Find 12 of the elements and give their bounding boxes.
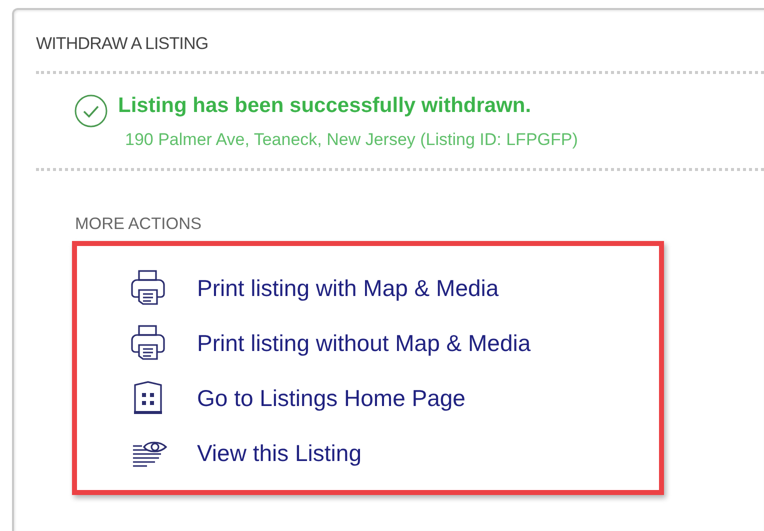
section-title: MORE ACTIONS bbox=[75, 214, 203, 235]
action-link[interactable]: Go to Listings Home Page bbox=[197, 382, 466, 412]
action-link[interactable]: Print listing with Map & Media bbox=[197, 272, 499, 302]
building-icon bbox=[131, 380, 165, 416]
check-circle-icon bbox=[74, 94, 108, 128]
action-link[interactable]: View this Listing bbox=[197, 438, 362, 468]
printer-icon bbox=[131, 324, 165, 360]
listing-address: 190 Palmer Ave, Teaneck, New Jersey (Listing ID: LFPGFP) bbox=[125, 129, 578, 151]
success-heading: Listing has been successfully withdrawn. bbox=[118, 93, 532, 119]
panel-title: WITHDRAW A LISTING bbox=[36, 33, 210, 55]
printer-icon bbox=[131, 270, 165, 306]
action-link[interactable]: Print listing without Map & Media bbox=[197, 328, 531, 358]
